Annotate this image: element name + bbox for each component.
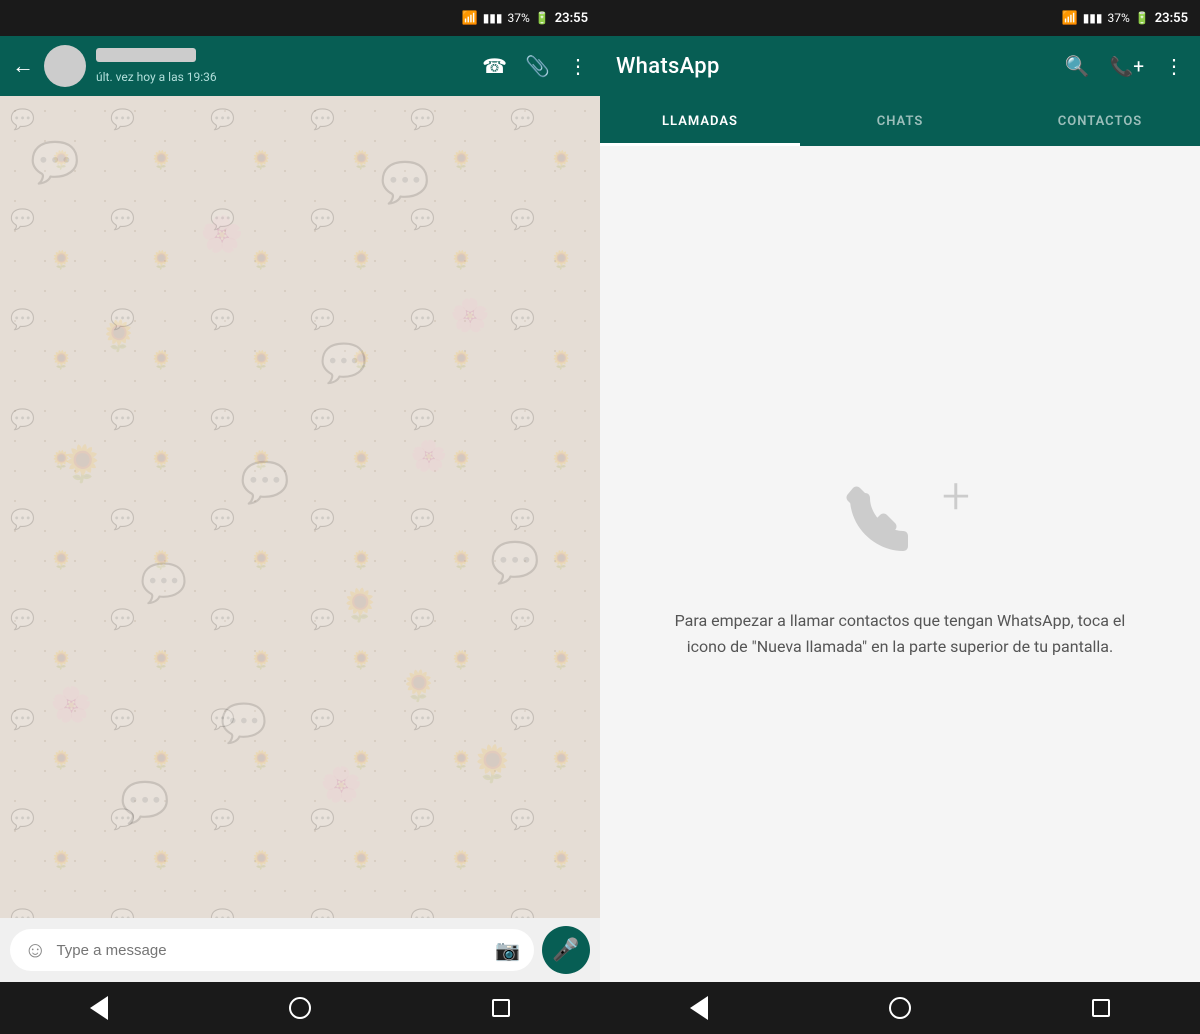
tab-contactos-label: CONTACTOS [1058, 114, 1142, 129]
time-left: 23:55 [555, 11, 588, 26]
right-recents-square-icon [1092, 999, 1110, 1017]
right-home-nav-button[interactable] [889, 997, 911, 1019]
contact-name-placeholder [96, 48, 196, 62]
tab-chats[interactable]: CHATS [800, 96, 1000, 146]
recents-square-icon [492, 999, 510, 1017]
app-title: WhatsApp [616, 54, 1055, 79]
chat-header: ← últ. vez hoy a las 19:36 ☎ 📎 ⋮ [0, 36, 600, 96]
home-nav-button[interactable] [289, 997, 311, 1019]
emoji-button[interactable]: ☺ [24, 937, 46, 963]
search-icon[interactable]: 🔍 [1065, 54, 1090, 78]
contact-status: últ. vez hoy a las 19:36 [96, 70, 217, 84]
svg-text:🌻: 🌻 [400, 668, 437, 704]
new-call-icon[interactable]: 📞+ [1110, 55, 1144, 78]
right-recents-nav-button[interactable] [1092, 999, 1110, 1017]
right-nav-bar [600, 982, 1200, 1034]
svg-text:💬: 💬 [490, 539, 540, 586]
svg-text:💬: 💬 [220, 701, 267, 746]
home-circle-icon [289, 997, 311, 1019]
message-text-input[interactable] [56, 942, 485, 959]
back-triangle-icon [90, 996, 108, 1020]
battery-percent-right: 37% [1108, 11, 1130, 25]
tab-chats-label: CHATS [877, 114, 924, 129]
svg-text:🌻: 🌻 [100, 318, 137, 354]
message-input-box[interactable]: ☺ 📷 [10, 929, 534, 971]
camera-button[interactable]: 📷 [495, 938, 520, 962]
svg-text:🌻: 🌻 [340, 586, 380, 624]
svg-text:💬: 💬 [380, 159, 430, 206]
battery-percent-left: 37% [508, 11, 530, 25]
recents-nav-button[interactable] [492, 999, 510, 1017]
plus-icon: + [942, 472, 970, 522]
call-icon[interactable]: ☎ [482, 54, 507, 78]
left-status-bar: 📶 ▮▮▮ 37% 🔋 23:55 [0, 0, 600, 36]
svg-text:💬: 💬 [320, 341, 367, 386]
right-back-triangle-icon [690, 996, 708, 1020]
svg-text:💬: 💬 [140, 561, 187, 606]
tab-contactos[interactable]: CONTACTOS [1000, 96, 1200, 146]
svg-text:🌻: 🌻 [60, 443, 105, 485]
contact-info: últ. vez hoy a las 19:36 [96, 48, 472, 85]
svg-text:🌸: 🌸 [200, 214, 244, 255]
calls-empty-description: Para empezar a llamar contactos que teng… [660, 608, 1140, 659]
svg-text:🌸: 🌸 [320, 765, 362, 805]
more-options-icon[interactable]: ⋮ [568, 54, 588, 78]
whatsapp-header: WhatsApp 🔍 📞+ ⋮ [600, 36, 1200, 96]
back-button[interactable]: ← [12, 53, 34, 79]
tab-llamadas-label: LLAMADAS [662, 114, 738, 129]
more-options-button[interactable]: ⋮ [1164, 54, 1184, 78]
mic-button[interactable]: 🎤 [542, 926, 590, 974]
right-home-circle-icon [889, 997, 911, 1019]
tab-llamadas[interactable]: LLAMADAS [600, 96, 800, 146]
battery-icon-right: 🔋 [1135, 11, 1150, 25]
contact-avatar [44, 45, 86, 87]
svg-text:💬: 💬 [240, 459, 290, 506]
left-nav-bar [0, 982, 600, 1034]
tabs-bar: LLAMADAS CHATS CONTACTOS [600, 96, 1200, 146]
attachment-icon[interactable]: 📎 [525, 54, 550, 78]
left-panel: 📶 ▮▮▮ 37% 🔋 23:55 ← últ. vez hoy a las 1… [0, 0, 600, 1034]
svg-text:🌸: 🌸 [50, 685, 92, 725]
svg-text:🌻: 🌻 [470, 743, 515, 785]
right-back-nav-button[interactable] [690, 996, 708, 1020]
signal-bars: ▮▮▮ [483, 11, 503, 25]
whatsapp-header-icons: 🔍 📞+ ⋮ [1065, 54, 1184, 78]
time-right: 23:55 [1155, 11, 1188, 26]
wifi-icon-right: 📶 [1062, 11, 1078, 26]
svg-text:🌸: 🌸 [410, 438, 447, 474]
svg-text:💬: 💬 [120, 779, 170, 826]
right-status-bar: 📶 ▮▮▮ 37% 🔋 23:55 [600, 0, 1200, 36]
wifi-icon: 📶 [462, 11, 478, 26]
calls-empty-state: + Para empezar a llamar contactos que te… [600, 146, 1200, 982]
message-input-area: ☺ 📷 🎤 [0, 918, 600, 982]
mic-icon: 🎤 [552, 938, 579, 963]
chat-header-icons: ☎ 📎 ⋮ [482, 54, 588, 78]
call-icon-area: + [830, 468, 970, 568]
chat-background: 💬 🌸 💬 🌻 💬 🌸 🌻 💬 🌸 💬 🌻 💬 🌸 💬 🌻 💬 🌸 🌻 [0, 96, 600, 918]
svg-text:🌸: 🌸 [450, 296, 490, 334]
bg-decorations: 💬 🌸 💬 🌻 💬 🌸 🌻 💬 🌸 💬 🌻 💬 🌸 💬 🌻 💬 🌸 🌻 [0, 96, 580, 856]
phone-icon [830, 468, 930, 568]
battery-icon-left: 🔋 [535, 11, 550, 25]
right-status-bar-content: 📶 ▮▮▮ 37% 🔋 23:55 [1062, 11, 1188, 26]
left-status-bar-right: 📶 ▮▮▮ 37% 🔋 23:55 [462, 11, 588, 26]
signal-bars-right: ▮▮▮ [1083, 11, 1103, 25]
back-nav-button[interactable] [90, 996, 108, 1020]
svg-text:💬: 💬 [30, 139, 80, 186]
right-panel: 📶 ▮▮▮ 37% 🔋 23:55 WhatsApp 🔍 📞+ ⋮ LLAMAD… [600, 0, 1200, 1034]
